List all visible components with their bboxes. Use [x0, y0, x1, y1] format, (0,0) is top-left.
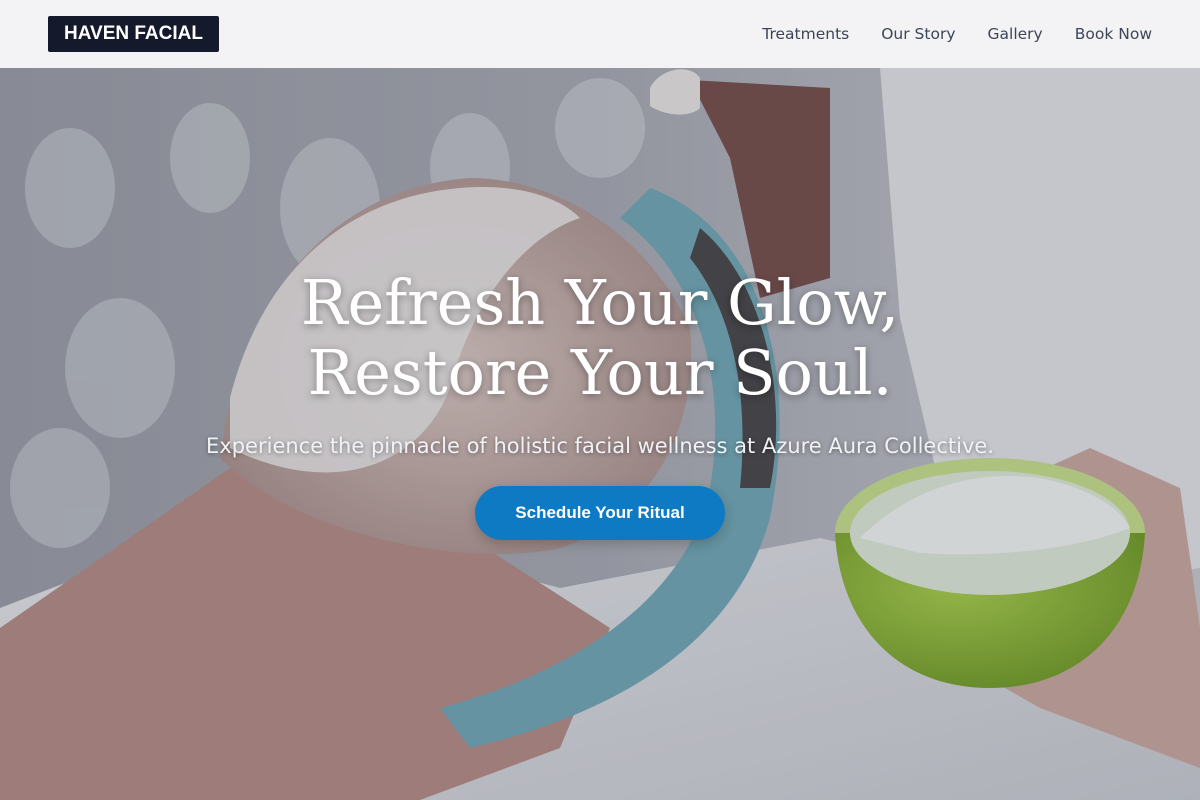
nav-link-our-story[interactable]: Our Story [881, 25, 955, 43]
hero-subtitle: Experience the pinnacle of holistic faci… [206, 434, 994, 458]
logo[interactable]: HAVEN FACIAL [48, 16, 219, 52]
hero-title-line-1: Refresh Your Glow, [300, 266, 900, 339]
hero-title-line-2: Restore Your Soul. [307, 336, 893, 409]
schedule-ritual-button[interactable]: Schedule Your Ritual [475, 486, 725, 540]
hero-title: Refresh Your Glow, Restore Your Soul. [301, 268, 899, 408]
nav-link-gallery[interactable]: Gallery [988, 25, 1043, 43]
hero-section: Refresh Your Glow, Restore Your Soul. Ex… [0, 68, 1200, 800]
nav-link-treatments[interactable]: Treatments [762, 25, 849, 43]
nav-link-book-now[interactable]: Book Now [1075, 25, 1152, 43]
site-header: HAVEN FACIAL Treatments Our Story Galler… [0, 0, 1200, 68]
hero-content: Refresh Your Glow, Restore Your Soul. Ex… [0, 268, 1200, 540]
main-nav: Treatments Our Story Gallery Book Now [762, 25, 1152, 43]
